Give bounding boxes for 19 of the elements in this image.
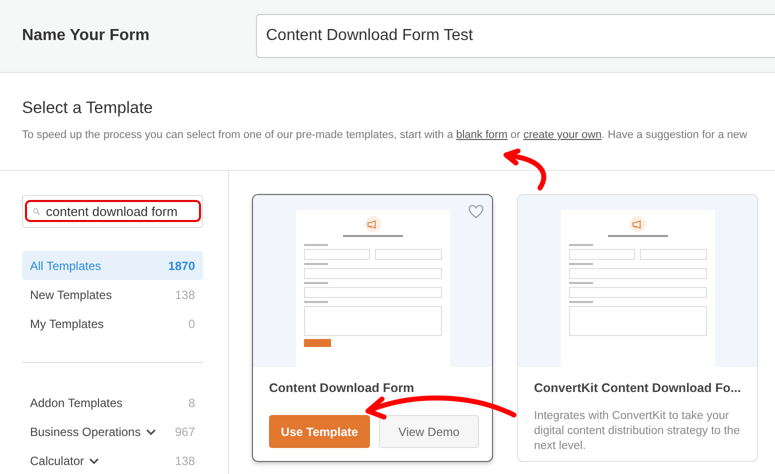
template-card[interactable]: Content Download Form Use Template View Demo	[252, 194, 493, 462]
form-name-label: Name Your Form	[22, 27, 150, 45]
template-title: ConvertKit Content Download Fo...	[534, 381, 741, 395]
category-item[interactable]: My Templates 0	[22, 309, 203, 338]
create-your-own-link[interactable]: create your own	[523, 129, 602, 141]
search-field[interactable]: content download form	[22, 195, 203, 228]
category-item[interactable]: Business Operations 967	[22, 417, 203, 446]
category-item[interactable]: Addon Templates 8	[22, 388, 203, 417]
blank-form-link[interactable]: blank form	[456, 129, 508, 141]
heart-icon[interactable]	[468, 204, 484, 219]
template-title: Content Download Form	[269, 381, 414, 395]
category-item[interactable]: New Templates 138	[22, 280, 203, 309]
template-description: Integrates with ConvertKit to take your digital content distribution strategy to the next level.	[534, 409, 741, 454]
template-card[interactable]: ConvertKit Content Download Fo... Integrates with ConvertKit to take your digital content distribution strategy to the next level.	[517, 194, 758, 462]
intro-text: To speed up the process you can select from one of our pre-made templates, start with a blank form or create your own. Have a suggestion for a new	[22, 129, 748, 141]
form-name-field[interactable]: Content Download Form Test	[256, 14, 775, 58]
section-title: Select a Template	[22, 99, 154, 118]
category-item[interactable]: Calculator 138	[22, 446, 203, 474]
view-demo-button[interactable]: View Demo	[378, 415, 479, 448]
